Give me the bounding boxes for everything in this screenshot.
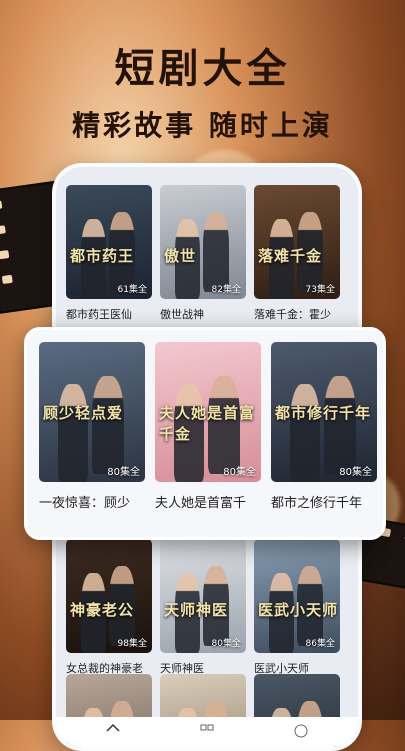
drama-title: 夫人她是首富千 <box>155 496 247 511</box>
poster-title-art: 医武小天师 <box>258 601 339 619</box>
drama-title: 都市药王医仙 <box>66 308 132 321</box>
poster-title-art: 天师神医 <box>164 601 229 619</box>
drama-poster[interactable]: 医武小天师 86集全 <box>254 539 340 653</box>
poster-title-art: 都市修行千年 <box>275 404 372 422</box>
episode-count: 80集全 <box>107 467 140 478</box>
drama-poster[interactable]: 天师神医 80集全 <box>160 539 246 653</box>
episode-count: 61集全 <box>117 285 147 295</box>
drama-poster[interactable]: 神豪老公 98集全 <box>66 539 152 653</box>
poster-figure <box>324 375 356 474</box>
drama-card[interactable]: 神豪老公 98集全 女总裁的神豪老 <box>66 539 152 676</box>
poster-figure <box>58 384 88 482</box>
poster-title-art: 神豪老公 <box>70 601 135 619</box>
drama-card[interactable]: 医武小天师 86集全 医武小天师 <box>254 539 340 676</box>
promo-screen: { "headline": { "title": "短剧大全", "subtit… <box>0 0 405 751</box>
episode-count: 98集全 <box>117 639 147 649</box>
poster-title-art: 都市药王 <box>70 247 135 265</box>
episode-count: 80集全 <box>339 467 372 478</box>
featured-dramas-panel: 顾少轻点爱 80集全一夜惊喜：顾少 夫人她是首富千金 80集全夫人她是首富千 都市修行千… <box>24 327 386 540</box>
drama-card[interactable]: 落难千金 73集全落难千金：霍少 <box>254 185 340 322</box>
poster-title-art: 夫人她是首富千金 <box>159 404 256 443</box>
drama-card[interactable]: 天师神医 80集全 天师神医 <box>160 539 246 676</box>
drama-poster[interactable]: 都市修行千年 80集全 <box>271 342 377 482</box>
page-title: 短剧大全 <box>114 46 291 92</box>
drama-title: 一夜惊喜：顾少 <box>39 496 131 511</box>
page-subtitle: 精彩故事 随时上演 <box>72 109 333 142</box>
episode-count: 80集全 <box>211 639 241 649</box>
drama-poster[interactable]: 顾少轻点爱 80集全 <box>39 342 145 482</box>
drama-poster[interactable]: 落难千金 73集全 <box>254 185 340 299</box>
drama-poster[interactable]: 夫人她是首富千金 80集全 <box>155 342 261 482</box>
drama-title: 傲世战神 <box>160 308 204 321</box>
drama-card[interactable]: 夫人她是首富千金 80集全夫人她是首富千 <box>155 342 261 511</box>
episode-count: 82集全 <box>211 285 241 295</box>
poster-title-art: 落难千金 <box>258 247 323 265</box>
drama-title: 都市之修行千年 <box>271 496 363 511</box>
home-tab-icon[interactable] <box>105 723 121 739</box>
drama-row: 神豪老公 98集全 女总裁的神豪老 天师神医 80集全 天师神医 医武小天师 86集全 医武小天… <box>66 539 340 676</box>
poster-figure <box>92 375 124 474</box>
bottom-tab-bar <box>56 717 358 747</box>
profile-tab-icon[interactable] <box>293 723 309 739</box>
drama-row: 都市药王 61集全都市药王医仙 傲世 82集全傲世战神 落难千金 73集全落难千金：霍少 <box>66 185 340 322</box>
poster-title-art: 顾少轻点爱 <box>43 404 124 422</box>
poster-figure <box>290 384 320 482</box>
drama-card[interactable]: 傲世 82集全傲世战神 <box>160 185 246 322</box>
episode-count: 73集全 <box>305 285 335 295</box>
drama-card[interactable]: 都市药王 61集全都市药王医仙 <box>66 185 152 322</box>
poster-title-art: 傲世 <box>164 247 197 265</box>
drama-card[interactable]: 都市修行千年 80集全都市之修行千年 <box>271 342 377 511</box>
category-tab-icon[interactable] <box>199 723 215 739</box>
drama-row: 顾少轻点爱 80集全一夜惊喜：顾少 夫人她是首富千金 80集全夫人她是首富千 都市修行千… <box>39 342 377 511</box>
drama-poster[interactable]: 都市药王 61集全 <box>66 185 152 299</box>
episode-count: 80集全 <box>223 467 256 478</box>
drama-poster[interactable]: 傲世 82集全 <box>160 185 246 299</box>
episode-count: 86集全 <box>305 639 335 649</box>
drama-title: 落难千金：霍少 <box>254 308 331 321</box>
poster-figure <box>203 212 229 293</box>
drama-card[interactable]: 顾少轻点爱 80集全一夜惊喜：顾少 <box>39 342 145 511</box>
